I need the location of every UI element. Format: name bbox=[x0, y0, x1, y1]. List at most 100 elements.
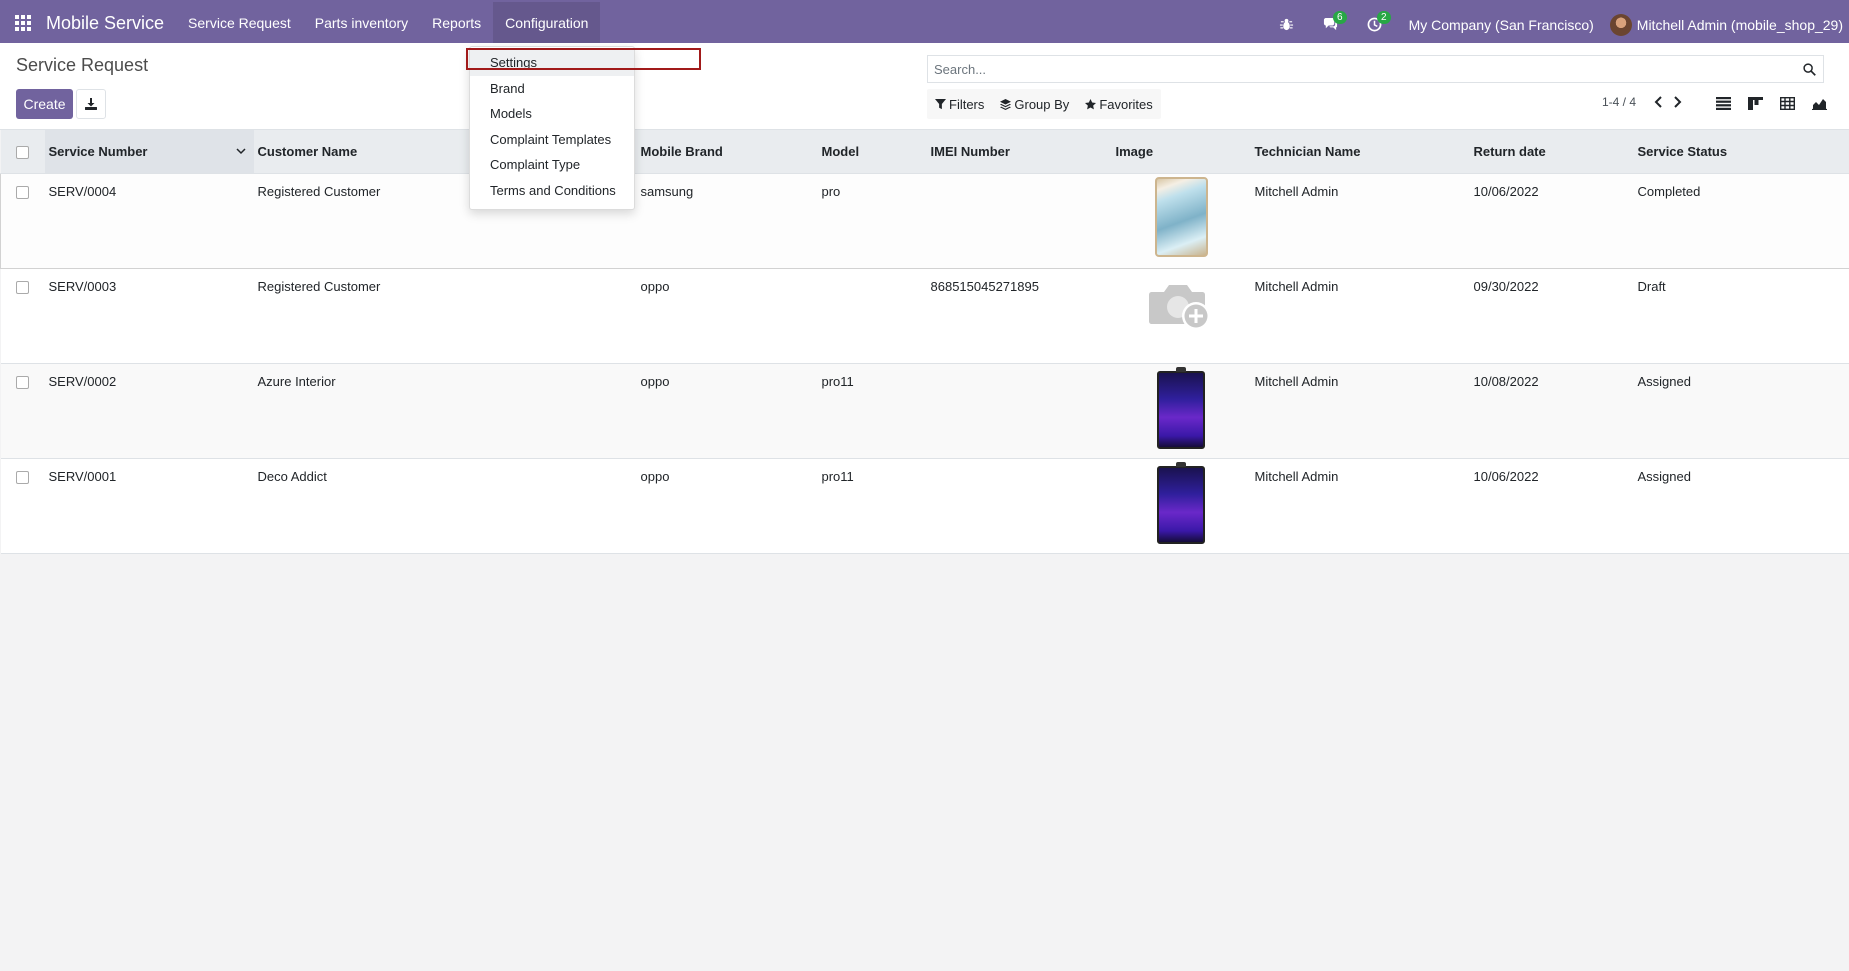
oppo-phone-image bbox=[1157, 461, 1205, 544]
filters-button[interactable]: Filters bbox=[927, 89, 992, 119]
row-checkbox[interactable] bbox=[1, 268, 45, 363]
table-header-row: Service Number Customer Name Mobile Bran… bbox=[0, 130, 1849, 174]
cell-image bbox=[1112, 458, 1251, 553]
cell-technician-name: Mitchell Admin bbox=[1254, 278, 1339, 294]
menu-reports[interactable]: Reports bbox=[420, 2, 493, 45]
avatar bbox=[1609, 13, 1632, 36]
cell-technician-name: Mitchell Admin bbox=[1254, 183, 1339, 199]
cell-mobile-brand: oppo bbox=[640, 278, 670, 294]
group-by-button[interactable]: Group By bbox=[992, 89, 1077, 119]
column-header-mobile-brand[interactable]: Mobile Brand bbox=[636, 130, 818, 174]
pager-previous-icon[interactable] bbox=[1648, 91, 1668, 113]
search-options: Filters Group By Favorites bbox=[927, 89, 1161, 119]
pager-value[interactable]: 1-4 / 4 bbox=[1602, 95, 1636, 109]
column-header-image[interactable]: Image bbox=[1111, 130, 1251, 174]
pager-next-icon[interactable] bbox=[1668, 91, 1688, 113]
settings-highlight-annotation bbox=[466, 48, 701, 70]
cell-service-number: SERV/0004 bbox=[48, 183, 117, 199]
control-panel: Service Request Create Filters Group By … bbox=[0, 43, 1849, 130]
cell-image bbox=[1112, 363, 1251, 458]
cell-service-number: SERV/0001 bbox=[48, 468, 117, 484]
select-all-checkbox[interactable] bbox=[0, 130, 45, 174]
column-header-technician-name[interactable]: Technician Name bbox=[1250, 130, 1470, 174]
dropdown-item-brand[interactable]: Brand bbox=[470, 76, 634, 102]
systray: 6 2 My Company (San Francisco) Mitchell … bbox=[1265, 3, 1849, 46]
cell-customer-name: Azure Interior bbox=[257, 373, 336, 389]
column-header-service-number[interactable]: Service Number bbox=[44, 130, 254, 174]
cell-imei-number bbox=[927, 458, 1112, 553]
table-row[interactable]: SERV/0001 Deco Addict oppo pro11 Mitchel… bbox=[0, 458, 1849, 553]
main-navbar: Mobile Service Service Request Parts inv… bbox=[0, 0, 1849, 46]
download-icon bbox=[85, 98, 97, 110]
cell-model: pro11 bbox=[821, 373, 854, 389]
graph-view-icon[interactable] bbox=[1804, 90, 1834, 116]
company-switcher[interactable]: My Company (San Francisco) bbox=[1397, 17, 1606, 33]
user-menu[interactable]: Mitchell Admin (mobile_shop_29) bbox=[1606, 13, 1849, 36]
cell-model bbox=[818, 268, 927, 363]
search-icon[interactable] bbox=[1795, 56, 1823, 82]
list-table: Service Number Customer Name Mobile Bran… bbox=[0, 130, 1849, 554]
column-header-service-status[interactable]: Service Status bbox=[1633, 130, 1849, 174]
messages-icon[interactable]: 6 bbox=[1309, 3, 1353, 46]
dropdown-item-models[interactable]: Models bbox=[470, 101, 634, 127]
bug-icon[interactable] bbox=[1265, 3, 1309, 46]
cell-mobile-brand: samsung bbox=[640, 183, 694, 199]
cell-return-date: 10/06/2022 bbox=[1473, 468, 1539, 484]
cell-service-status: Draft bbox=[1637, 278, 1666, 294]
table-row[interactable]: SERV/0004 Registered Customer samsung pr… bbox=[0, 173, 1849, 268]
row-checkbox[interactable] bbox=[1, 363, 45, 458]
row-checkbox[interactable] bbox=[1, 173, 45, 268]
create-button[interactable]: Create bbox=[16, 89, 73, 119]
cell-mobile-brand: oppo bbox=[640, 373, 670, 389]
cell-technician-name: Mitchell Admin bbox=[1254, 468, 1339, 484]
download-button[interactable] bbox=[76, 89, 106, 119]
column-header-return-date[interactable]: Return date bbox=[1469, 130, 1634, 174]
app-brand[interactable]: Mobile Service bbox=[46, 13, 176, 34]
table-row[interactable]: SERV/0002 Azure Interior oppo pro11 Mitc… bbox=[0, 363, 1849, 458]
cell-service-status: Assigned bbox=[1637, 373, 1691, 389]
cell-return-date: 09/30/2022 bbox=[1473, 278, 1539, 294]
kanban-view-icon[interactable] bbox=[1740, 90, 1770, 116]
star-icon bbox=[1085, 98, 1097, 109]
pivot-view-icon[interactable] bbox=[1772, 90, 1802, 116]
cell-model: pro11 bbox=[821, 468, 854, 484]
cell-model: pro bbox=[821, 183, 841, 199]
cell-technician-name: Mitchell Admin bbox=[1254, 373, 1339, 389]
cell-return-date: 10/06/2022 bbox=[1473, 183, 1539, 199]
search-input[interactable] bbox=[928, 56, 1795, 82]
activities-badge: 2 bbox=[1377, 11, 1391, 24]
menu-configuration[interactable]: Configuration bbox=[493, 1, 601, 45]
dropdown-item-terms-and-conditions[interactable]: Terms and Conditions bbox=[470, 178, 634, 204]
apps-menu-icon[interactable] bbox=[0, 2, 46, 45]
dropdown-item-complaint-templates[interactable]: Complaint Templates bbox=[470, 127, 634, 153]
user-name: Mitchell Admin (mobile_shop_29) bbox=[1636, 16, 1843, 33]
samsung-phone-image bbox=[1154, 176, 1208, 257]
cell-service-status: Assigned bbox=[1637, 468, 1691, 484]
cell-imei-number bbox=[927, 173, 1112, 268]
list-view-icon[interactable] bbox=[1708, 90, 1738, 116]
search-box bbox=[927, 55, 1824, 83]
cell-service-number: SERV/0002 bbox=[48, 373, 117, 389]
dropdown-item-complaint-type[interactable]: Complaint Type bbox=[470, 152, 634, 178]
table-row[interactable]: SERV/0003 Registered Customer oppo 86851… bbox=[0, 268, 1849, 363]
filter-icon bbox=[935, 98, 946, 109]
cell-customer-name: Registered Customer bbox=[257, 278, 381, 294]
cell-return-date: 10/08/2022 bbox=[1473, 373, 1539, 389]
layers-icon bbox=[1000, 98, 1012, 110]
cell-mobile-brand: oppo bbox=[640, 468, 670, 484]
oppo-phone-image bbox=[1157, 366, 1205, 449]
row-checkbox[interactable] bbox=[1, 458, 45, 553]
activities-clock-icon[interactable]: 2 bbox=[1353, 3, 1397, 46]
cell-service-status: Completed bbox=[1637, 183, 1701, 199]
menu-service-request[interactable]: Service Request bbox=[176, 2, 303, 45]
sort-chevron-down-icon bbox=[235, 148, 246, 155]
cell-imei-number: 868515045271895 bbox=[930, 278, 1039, 294]
column-header-imei-number[interactable]: IMEI Number bbox=[926, 130, 1112, 174]
menu-parts-inventory[interactable]: Parts inventory bbox=[303, 2, 420, 45]
configuration-dropdown: Settings Brand Models Complaint Template… bbox=[469, 46, 635, 210]
cell-service-number: SERV/0003 bbox=[48, 278, 117, 294]
column-header-model[interactable]: Model bbox=[817, 130, 927, 174]
cell-image bbox=[1112, 268, 1251, 363]
camera-placeholder-icon bbox=[1149, 284, 1210, 330]
favorites-button[interactable]: Favorites bbox=[1077, 89, 1160, 119]
